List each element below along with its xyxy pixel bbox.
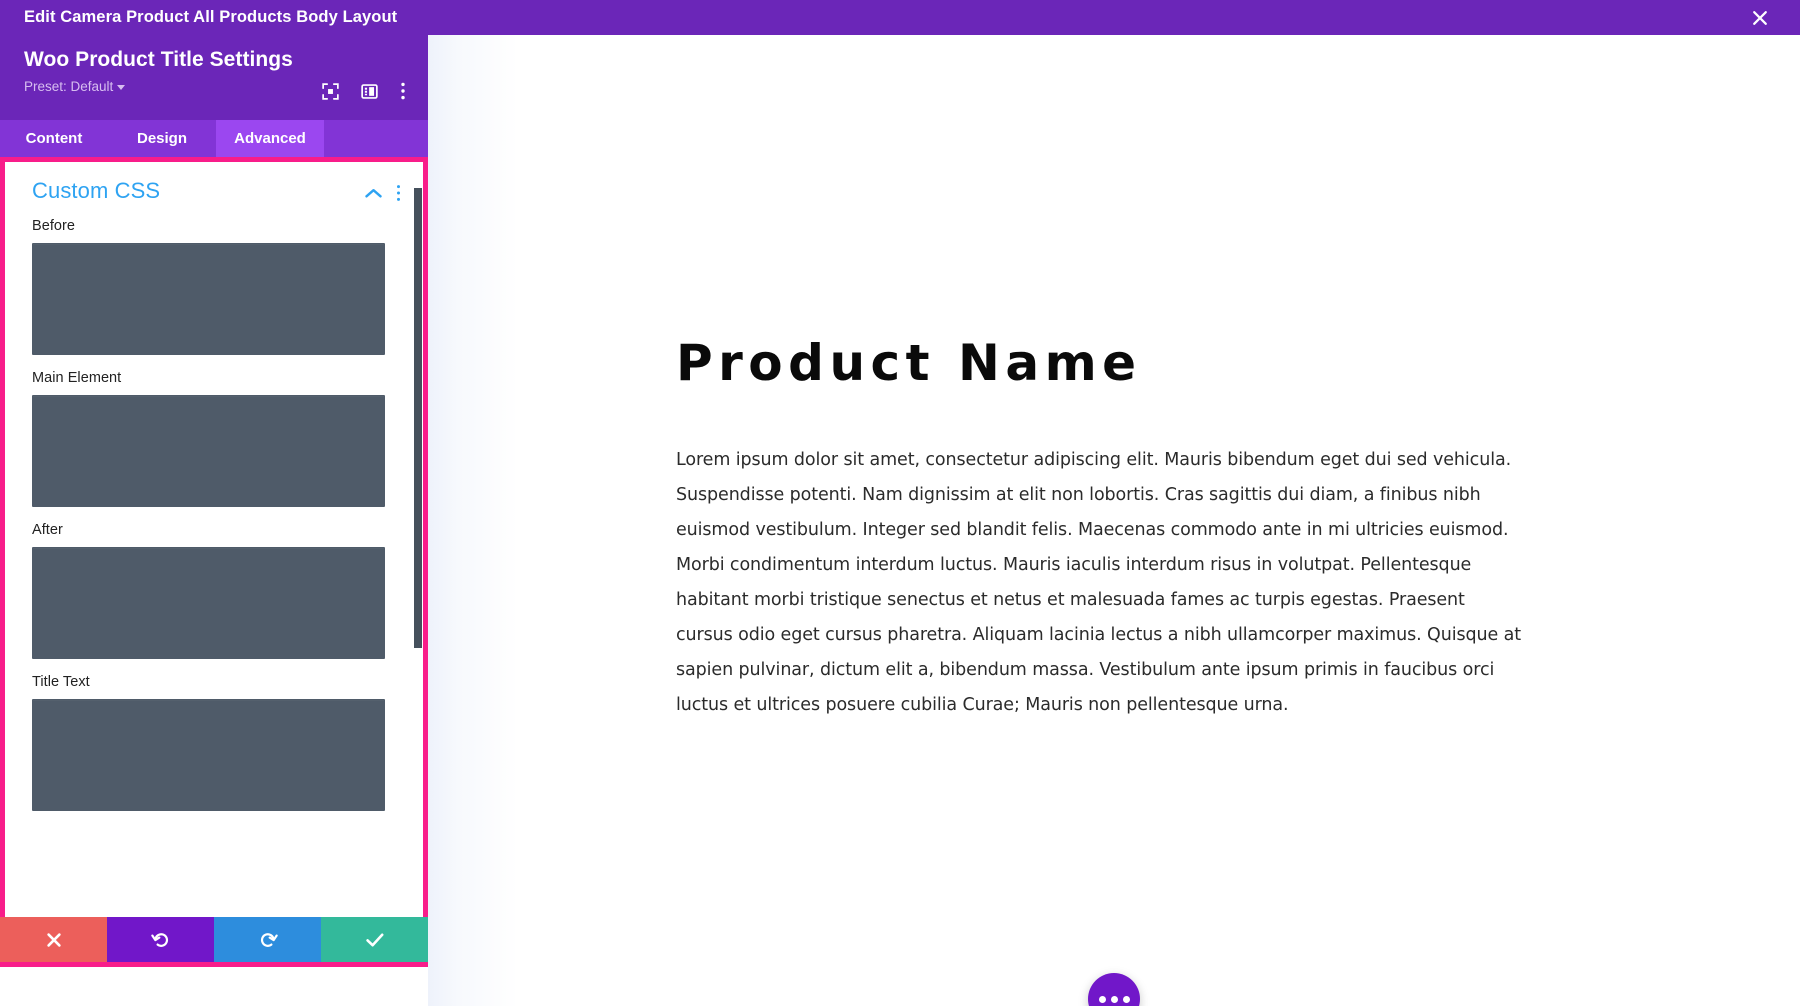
field-label-title-text: Title Text [32, 674, 90, 690]
product-content-block: Product Name Lorem ipsum dolor sit amet,… [676, 334, 1526, 723]
settings-tabs: Content Design Advanced [0, 120, 428, 157]
css-textarea-title-text[interactable] [32, 699, 385, 811]
section-header-actions [365, 184, 401, 202]
field-label-before: Before [32, 218, 76, 234]
fab-dot-3 [1122, 995, 1130, 1003]
css-textarea-after[interactable] [32, 547, 385, 659]
preset-selector[interactable]: Preset: Default [24, 79, 126, 95]
cancel-button[interactable] [0, 917, 107, 962]
settings-panel-title: Woo Product Title Settings [24, 48, 293, 71]
window-titlebar: Edit Camera Product All Products Body La… [0, 0, 1800, 35]
field-before: Before [32, 218, 423, 355]
settings-action-bar [0, 917, 428, 962]
tab-advanced[interactable]: Advanced [216, 120, 324, 157]
fab-dot-2 [1110, 995, 1118, 1003]
tab-design[interactable]: Design [108, 120, 216, 157]
product-title: Product Name [676, 334, 1142, 392]
app-root: Product Name Lorem ipsum dolor sit amet,… [0, 0, 1800, 1006]
section-title: Custom CSS [32, 178, 161, 203]
settings-panel-header-icons [322, 81, 406, 101]
field-main-element: Main Element [32, 370, 423, 507]
field-title-text: Title Text [32, 674, 423, 811]
settings-scrollbar-thumb[interactable] [414, 188, 422, 648]
focus-target-icon[interactable] [322, 82, 339, 100]
settings-scrollbar-track[interactable] [414, 162, 423, 962]
chevron-down-icon [117, 85, 126, 91]
redo-button[interactable] [214, 917, 321, 962]
save-button[interactable] [321, 917, 428, 962]
more-options-icon[interactable] [400, 81, 406, 101]
fab-dot-1 [1098, 995, 1106, 1003]
highlighted-settings-body: Custom CSS Before Main Element After Tit… [0, 157, 428, 967]
undo-button[interactable] [107, 917, 214, 962]
custom-css-section-header: Custom CSS [5, 162, 423, 218]
close-icon[interactable] [1742, 0, 1778, 35]
module-settings-panel: Woo Product Title Settings Preset: Defau… [0, 35, 428, 1006]
chevron-up-icon[interactable] [365, 188, 382, 199]
settings-panel-header: Woo Product Title Settings Preset: Defau… [0, 35, 428, 120]
field-after: After [32, 522, 423, 659]
css-textarea-main-element[interactable] [32, 395, 385, 507]
css-textarea-before[interactable] [32, 243, 385, 355]
panel-layout-icon[interactable] [361, 83, 378, 100]
section-more-options-icon[interactable] [396, 184, 401, 202]
field-label-after: After [32, 522, 63, 538]
settings-body-scroll-area: Custom CSS Before Main Element After Tit… [5, 162, 423, 962]
tab-content[interactable]: Content [0, 120, 108, 157]
window-title: Edit Camera Product All Products Body La… [24, 8, 398, 26]
preset-label: Preset: Default [24, 79, 114, 95]
custom-css-fields: Before Main Element After Title Text [5, 218, 423, 811]
product-description: Lorem ipsum dolor sit amet, consectetur … [676, 449, 1522, 715]
field-label-main-element: Main Element [32, 370, 122, 386]
